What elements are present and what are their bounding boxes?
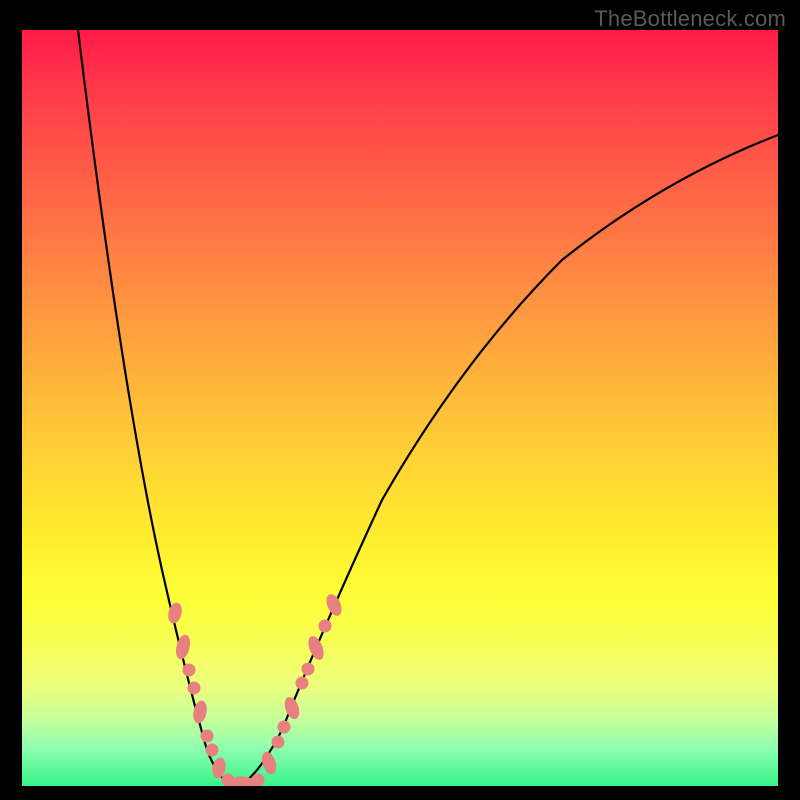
- marker-group: [167, 593, 344, 786]
- plot-area: [22, 30, 778, 786]
- main-curve-right: [240, 135, 778, 784]
- curve-layer: [22, 30, 778, 786]
- chart-container: TheBottleneck.com: [0, 0, 800, 800]
- watermark-text: TheBottleneck.com: [594, 6, 786, 32]
- main-curve-left: [78, 30, 240, 784]
